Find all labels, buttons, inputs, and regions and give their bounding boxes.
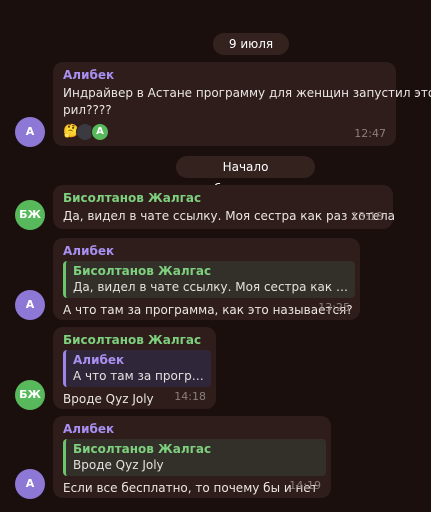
message-time: 13:25 <box>318 301 350 314</box>
thread-start-separator: Начало обсуждения <box>176 156 315 196</box>
message-time: 13:18 <box>351 210 383 223</box>
message-time: 12:47 <box>354 127 386 140</box>
reply-quote[interactable]: Алибек А что там за програм... <box>63 350 211 387</box>
message-text: Если все бесплатно, то почему бы и нет <box>63 481 318 495</box>
message-text: Да, видел в чате ссылку. Моя сестра как … <box>63 209 395 223</box>
sender-name[interactable]: Бисолтанов Жалгас <box>63 191 383 205</box>
reply-quote[interactable]: Бисолтанов Жалгас Вроде Qyz Joly <box>63 439 326 476</box>
sender-name[interactable]: Алибек <box>63 244 350 258</box>
message-time: 14:19 <box>289 479 321 492</box>
quote-sender: Алибек <box>73 353 125 367</box>
avatar[interactable]: А <box>15 117 45 147</box>
sender-name[interactable]: Алибек <box>63 422 321 436</box>
quote-sender: Бисолтанов Жалгас <box>73 442 212 456</box>
message-text: Индрайвер в Астане программу для женщин … <box>63 86 431 100</box>
quote-text: А что там за програм... <box>73 369 205 383</box>
reactor-avatar-green-icon: A <box>91 123 109 141</box>
message-text: рил???? <box>63 103 112 117</box>
avatar[interactable]: БЖ <box>15 380 45 410</box>
message-bubble[interactable]: Бисолтанов Жалгас Да, видел в чате ссылк… <box>53 185 395 229</box>
sender-name[interactable]: Алибек <box>63 68 386 82</box>
message-bubble[interactable]: Бисолтанов Жалгас Алибек А что там за пр… <box>53 327 216 409</box>
message-bubble[interactable]: Алибек Бисолтанов Жалгас Да, видел в чат… <box>53 238 360 320</box>
reply-quote[interactable]: Бисолтанов Жалгас Да, видел в чате ссылк… <box>63 261 355 298</box>
quote-sender: Бисолтанов Жалгас <box>73 264 212 278</box>
sender-name[interactable]: Бисолтанов Жалгас <box>63 333 206 347</box>
reactions[interactable]: 🤔 A <box>63 123 386 141</box>
message-time: 14:18 <box>174 390 206 403</box>
message-bubble[interactable]: Алибек Индрайвер в Астане программу для … <box>53 62 431 146</box>
date-separator: 9 июля <box>213 33 289 55</box>
avatar[interactable]: БЖ <box>15 200 45 230</box>
avatar[interactable]: А <box>15 469 45 499</box>
quote-text: Вроде Qyz Joly <box>73 458 164 472</box>
quote-text: Да, видел в чате ссылку. Моя сестра как … <box>73 280 349 294</box>
message-text: А что там за программа, как это называет… <box>63 303 353 317</box>
avatar[interactable]: А <box>15 290 45 320</box>
message-bubble[interactable]: Алибек Бисолтанов Жалгас Вроде Qyz Joly … <box>53 416 331 498</box>
